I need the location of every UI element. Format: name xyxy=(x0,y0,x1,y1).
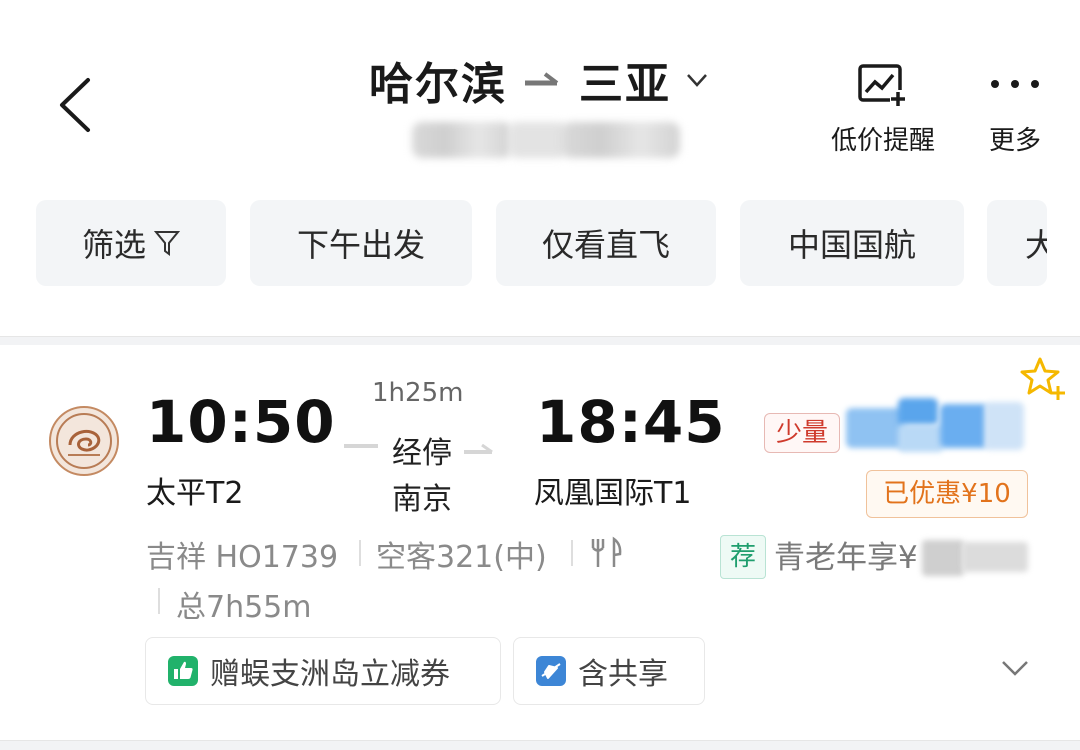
more-button[interactable]: 更多 xyxy=(975,62,1055,157)
meal-icon xyxy=(591,536,622,567)
senior-price-redacted xyxy=(922,538,1032,578)
senior-price-label: 青老年享¥ xyxy=(774,540,918,576)
filter-chip-afternoon[interactable]: 下午出发 xyxy=(250,200,472,286)
chevron-down-icon[interactable] xyxy=(683,66,711,94)
origin-city: 哈尔滨 xyxy=(369,59,507,110)
chart-alert-icon xyxy=(858,64,906,106)
route-arrow-icon xyxy=(525,72,559,86)
codeshare-tag-label: 含共享 xyxy=(578,657,668,692)
filter-chip-label: 中国国航 xyxy=(787,226,916,264)
filter-chip-direct[interactable]: 仅看直飞 xyxy=(496,200,716,286)
recommend-badge: 荐 xyxy=(720,535,766,579)
filter-chip-air-china[interactable]: 中国国航 xyxy=(740,200,964,286)
arrival-airport: 凤凰国际T1 xyxy=(534,476,692,511)
arrival-time: 18:45 xyxy=(536,388,726,456)
coupon-tag[interactable]: 赠蜈支洲岛立减券 xyxy=(145,637,501,705)
total-travel-time: 总7h55m xyxy=(176,590,312,625)
section-divider xyxy=(0,336,1080,345)
price-redacted[interactable] xyxy=(846,398,1028,456)
stopover-city: 南京 xyxy=(392,482,452,517)
coupon-tag-label: 赠蜈支洲岛立减券 xyxy=(210,657,450,692)
meta-separator xyxy=(571,540,573,566)
filter-chip-label: 下午出发 xyxy=(296,226,425,264)
more-dots-icon xyxy=(991,80,1039,88)
funnel-icon xyxy=(154,231,180,256)
date-redacted xyxy=(412,118,682,162)
destination-city: 三亚 xyxy=(579,59,671,110)
departure-airport: 太平T2 xyxy=(146,476,244,511)
thumbs-up-icon xyxy=(168,656,198,686)
discount-badge: 已优惠¥10 xyxy=(866,470,1028,518)
more-label: 更多 xyxy=(988,126,1041,156)
few-seats-badge: 少量 xyxy=(764,413,840,453)
price-alert-button[interactable]: 低价提醒 xyxy=(818,62,948,157)
flight-duration: 1h25m xyxy=(372,378,464,408)
departure-time: 10:50 xyxy=(146,388,336,456)
filter-chip-partial[interactable]: 大 xyxy=(987,200,1047,286)
meta-separator xyxy=(359,540,361,566)
filter-chip-label: 大 xyxy=(1025,226,1047,264)
filter-chip-label: 筛选 xyxy=(81,226,146,264)
route-line-left xyxy=(344,444,378,448)
filter-chip-label: 仅看直飞 xyxy=(541,226,670,264)
favorite-star-icon[interactable] xyxy=(1020,356,1066,402)
airline-logo xyxy=(49,406,119,476)
stopover-label: 经停 xyxy=(392,436,452,471)
price-alert-label: 低价提醒 xyxy=(830,126,935,156)
codeshare-tag[interactable]: 含共享 xyxy=(513,637,705,705)
filter-chip-filter[interactable]: 筛选 xyxy=(36,200,226,286)
plane-icon xyxy=(536,656,566,686)
meta-separator xyxy=(158,588,160,614)
chevron-down-icon[interactable] xyxy=(1000,656,1030,680)
route-line-arrow-icon xyxy=(464,444,493,454)
aircraft-type: 空客321(中) xyxy=(376,540,547,575)
flight-number: 吉祥 HO1739 xyxy=(146,540,339,575)
